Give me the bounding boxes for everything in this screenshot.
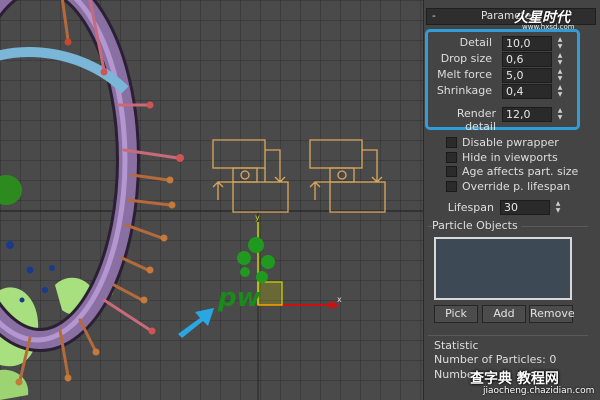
- param-label-detail: Detail: [459, 36, 492, 49]
- pwrapper-object-gizmo: pw y x: [217, 213, 342, 313]
- disable-pwrapper-label: Disable pwrapper: [462, 136, 559, 149]
- 3d-viewport[interactable]: pw y x: [0, 0, 423, 400]
- age-affects-size-label: Age affects part. size: [462, 165, 579, 178]
- drop-size-spinner-arrows-icon[interactable]: ▲ ▼: [556, 52, 564, 67]
- lifespan-label: Lifespan: [447, 201, 494, 214]
- melt-force-spinner-input[interactable]: 5,0: [502, 68, 552, 83]
- watermark-logo-bottom: 查字典 教程网: [470, 371, 559, 387]
- param-label-render-detail: Render detail: [456, 107, 496, 133]
- hide-in-viewports-checkbox[interactable]: [446, 152, 457, 163]
- axis-y-label: y: [255, 213, 260, 222]
- gizmo-pw-label: pw: [217, 283, 262, 313]
- pick-button[interactable]: Pick: [434, 305, 478, 323]
- override-lifespan-checkbox[interactable]: [446, 181, 457, 192]
- statistic-title: Statistic: [434, 339, 479, 352]
- watermark-url-bottom: jiaocheng.chazidian.com: [483, 386, 595, 396]
- shrinkage-spinner-arrows-icon[interactable]: ▲ ▼: [556, 84, 564, 99]
- param-label-shrinkage: Shrinkage: [436, 84, 492, 97]
- particle-objects-group-title: Particle Objects: [432, 219, 521, 232]
- pwrapper-helper-icon-left: [212, 139, 289, 213]
- remove-button[interactable]: Remove: [529, 305, 575, 323]
- render-detail-spinner-arrows-icon[interactable]: ▲ ▼: [556, 107, 564, 122]
- drop-size-spinner-input[interactable]: 0,6: [502, 52, 552, 67]
- hide-in-viewports-label: Hide in viewports: [462, 151, 558, 164]
- detail-spinner-input[interactable]: 10,0: [502, 36, 552, 51]
- lifespan-spinner-input[interactable]: 30: [500, 200, 550, 215]
- override-lifespan-label: Override p. lifespan: [462, 180, 571, 193]
- add-button[interactable]: Add: [482, 305, 526, 323]
- rollout-collapse-icon[interactable]: -: [432, 9, 436, 24]
- detail-spinner-arrows-icon[interactable]: ▲ ▼: [556, 36, 564, 51]
- param-label-melt-force: Melt force: [437, 68, 492, 81]
- viewport-scene: pw y x: [0, 0, 423, 400]
- param-label-drop-size: Drop size: [440, 52, 492, 65]
- render-detail-spinner-input[interactable]: 12,0: [502, 107, 552, 122]
- particle-objects-listbox[interactable]: [434, 237, 572, 300]
- statistic-group-border: [428, 335, 588, 336]
- blue-pointer-arrow: [178, 308, 214, 338]
- pwrapper-helper-icon-right: [309, 139, 386, 213]
- number-of-particles-text: Number of Particles: 0: [434, 353, 557, 366]
- axis-x-label: x: [337, 295, 342, 304]
- disable-pwrapper-checkbox[interactable]: [446, 137, 457, 148]
- shrinkage-spinner-input[interactable]: 0,4: [502, 84, 552, 99]
- melt-force-spinner-arrows-icon[interactable]: ▲ ▼: [556, 68, 564, 83]
- lifespan-spinner-arrows-icon[interactable]: ▲ ▼: [554, 200, 562, 215]
- ring-spikes: [15, 0, 184, 386]
- age-affects-size-checkbox[interactable]: [446, 166, 457, 177]
